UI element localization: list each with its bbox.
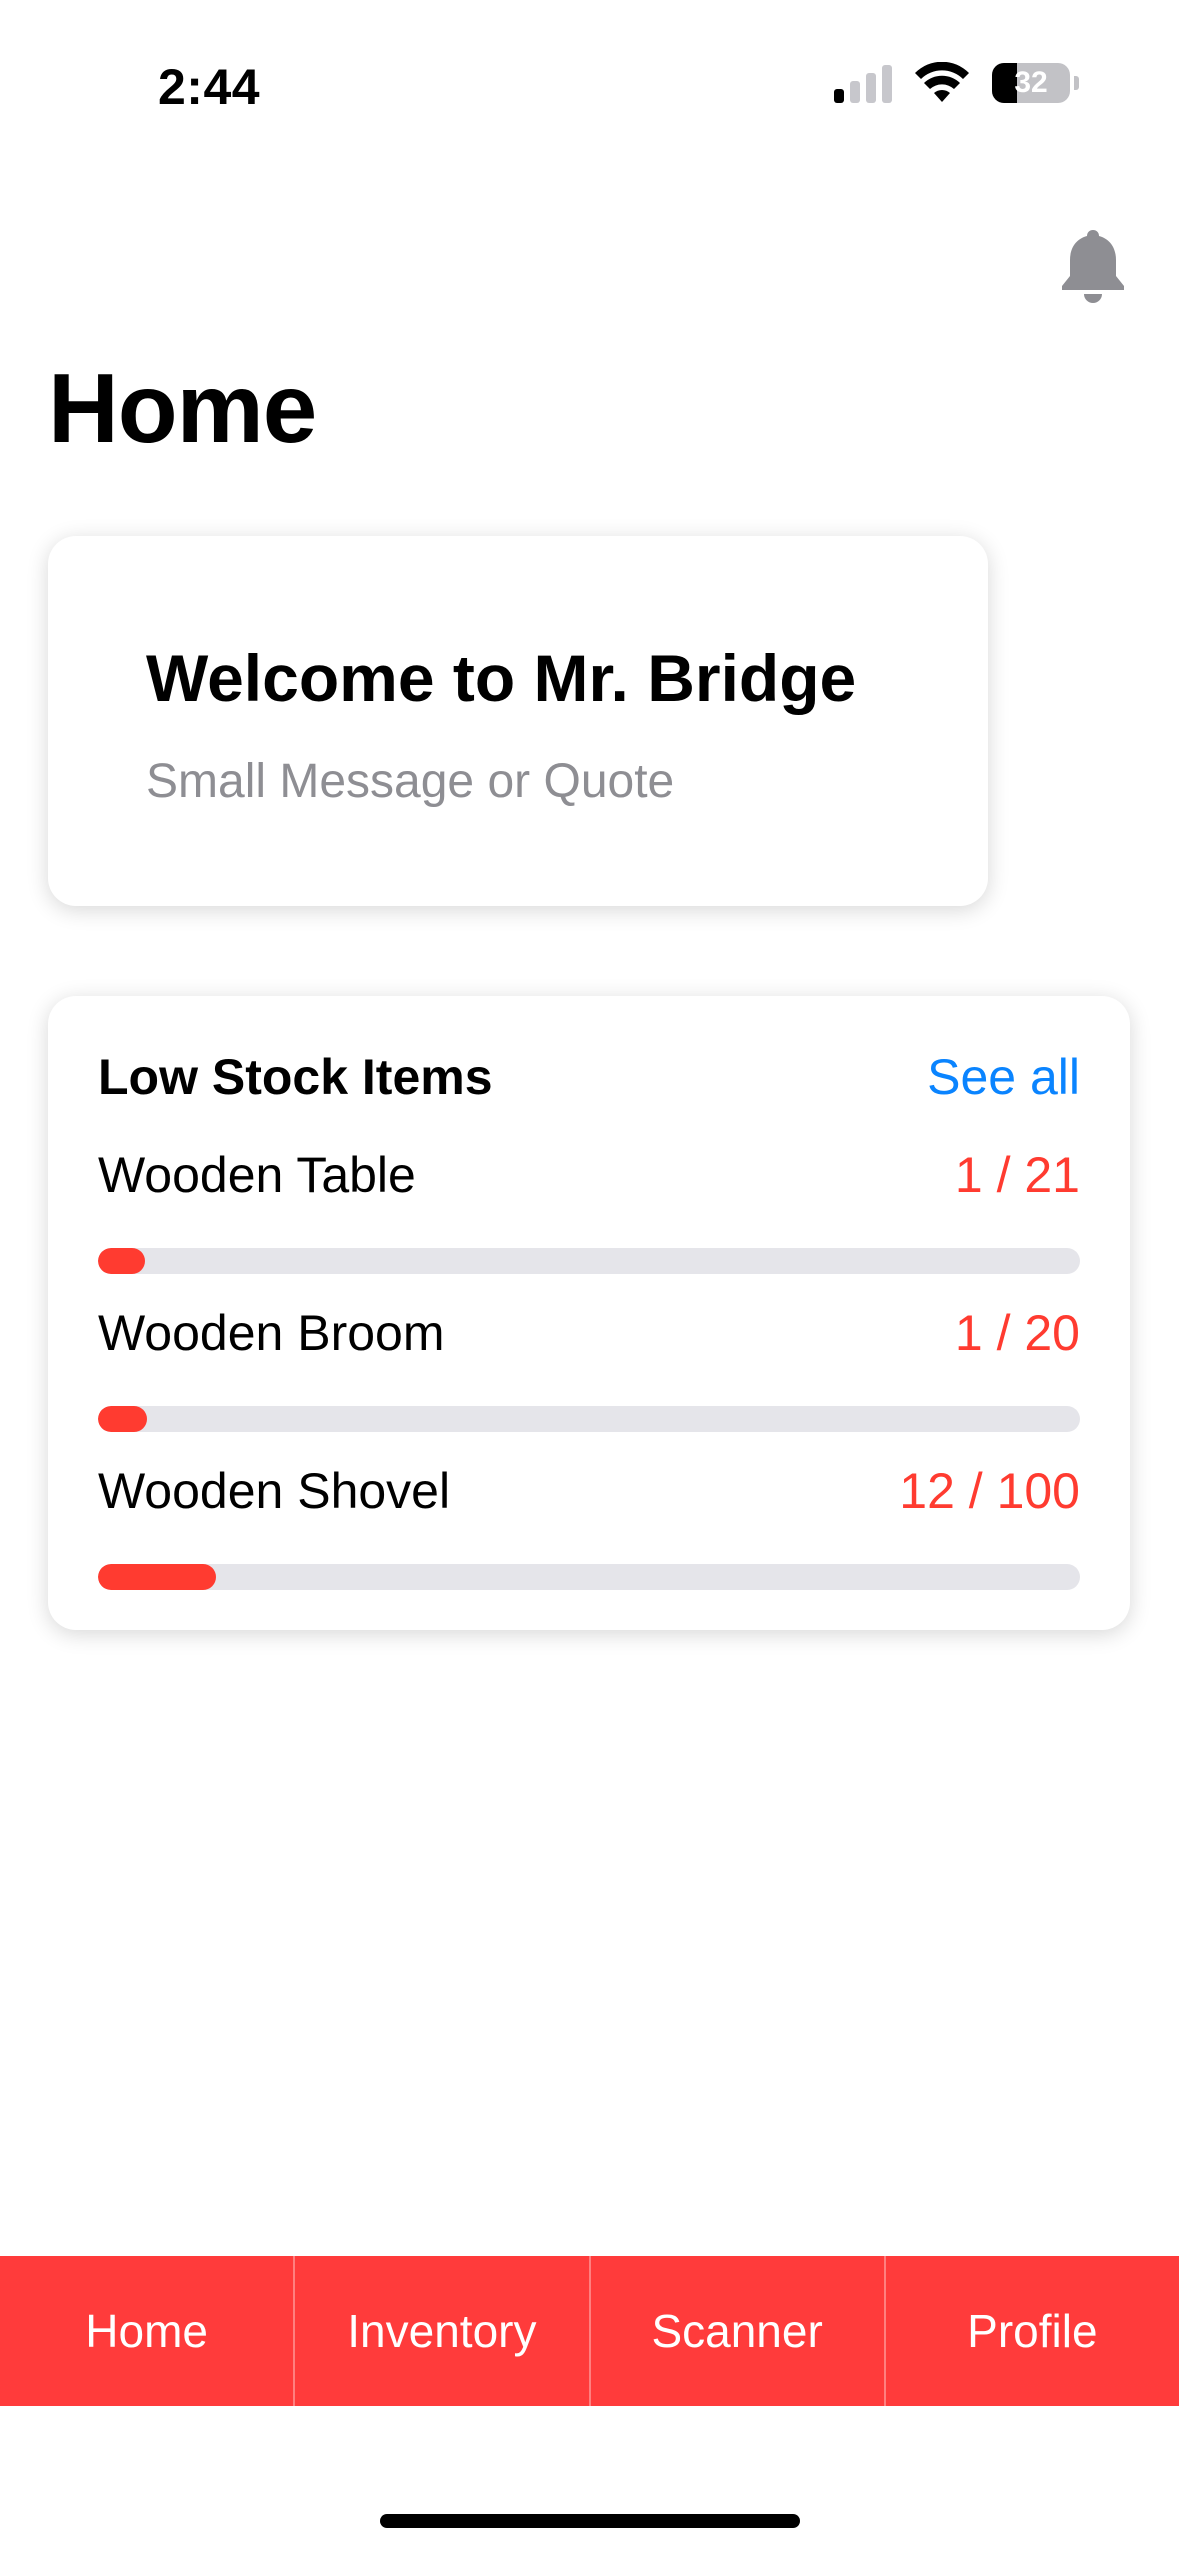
stock-item-name: Wooden Shovel	[98, 1463, 451, 1519]
stock-item-wooden-broom[interactable]: Wooden Broom 1 / 20	[98, 1304, 1080, 1444]
see-all-link[interactable]: See all	[927, 1048, 1080, 1106]
battery-icon: 32	[992, 63, 1070, 103]
tab-home[interactable]: Home	[0, 2256, 296, 2406]
status-time: 2:44	[158, 59, 261, 115]
low-stock-header: Low Stock Items See all	[98, 1048, 1080, 1106]
stock-progress-track	[98, 1248, 1080, 1274]
tab-profile[interactable]: Profile	[886, 2256, 1179, 2406]
status-icons: 32	[834, 62, 1079, 104]
stock-progress-fill	[98, 1248, 145, 1274]
cellular-signal-icon	[834, 63, 892, 103]
stock-progress-track	[98, 1406, 1080, 1432]
welcome-title: Welcome to Mr. Bridge	[146, 641, 857, 715]
battery-tip	[1074, 76, 1079, 90]
page-title: Home	[48, 353, 317, 463]
stock-item-qty: 1 / 20	[954, 1305, 1080, 1361]
tab-inventory[interactable]: Inventory	[295, 2256, 591, 2406]
battery-level: 32	[1014, 66, 1048, 99]
stock-item-wooden-table[interactable]: Wooden Table 1 / 21	[98, 1146, 1080, 1286]
wifi-icon	[915, 62, 969, 102]
welcome-card: Welcome to Mr. Bridge Small Message or Q…	[48, 536, 988, 906]
stock-progress-fill	[98, 1564, 216, 1590]
stock-item-name: Wooden Broom	[98, 1305, 445, 1361]
low-stock-card: Low Stock Items See all Wooden Table 1 /…	[48, 996, 1130, 1630]
stock-item-name: Wooden Table	[98, 1147, 416, 1203]
stock-progress-fill	[98, 1406, 148, 1432]
stock-progress-track	[98, 1564, 1080, 1590]
stock-item-wooden-shovel[interactable]: Wooden Shovel 12 / 100	[98, 1462, 1080, 1602]
low-stock-title: Low Stock Items	[98, 1049, 493, 1105]
welcome-subtitle: Small Message or Quote	[146, 755, 675, 808]
tab-bar: Home Inventory Scanner Profile	[0, 2256, 1179, 2406]
stock-item-qty: 12 / 100	[899, 1463, 1080, 1519]
bell-icon[interactable]	[1058, 228, 1128, 304]
stock-item-qty: 1 / 21	[954, 1147, 1080, 1203]
tab-scanner[interactable]: Scanner	[591, 2256, 886, 2406]
home-indicator[interactable]	[380, 2514, 800, 2528]
